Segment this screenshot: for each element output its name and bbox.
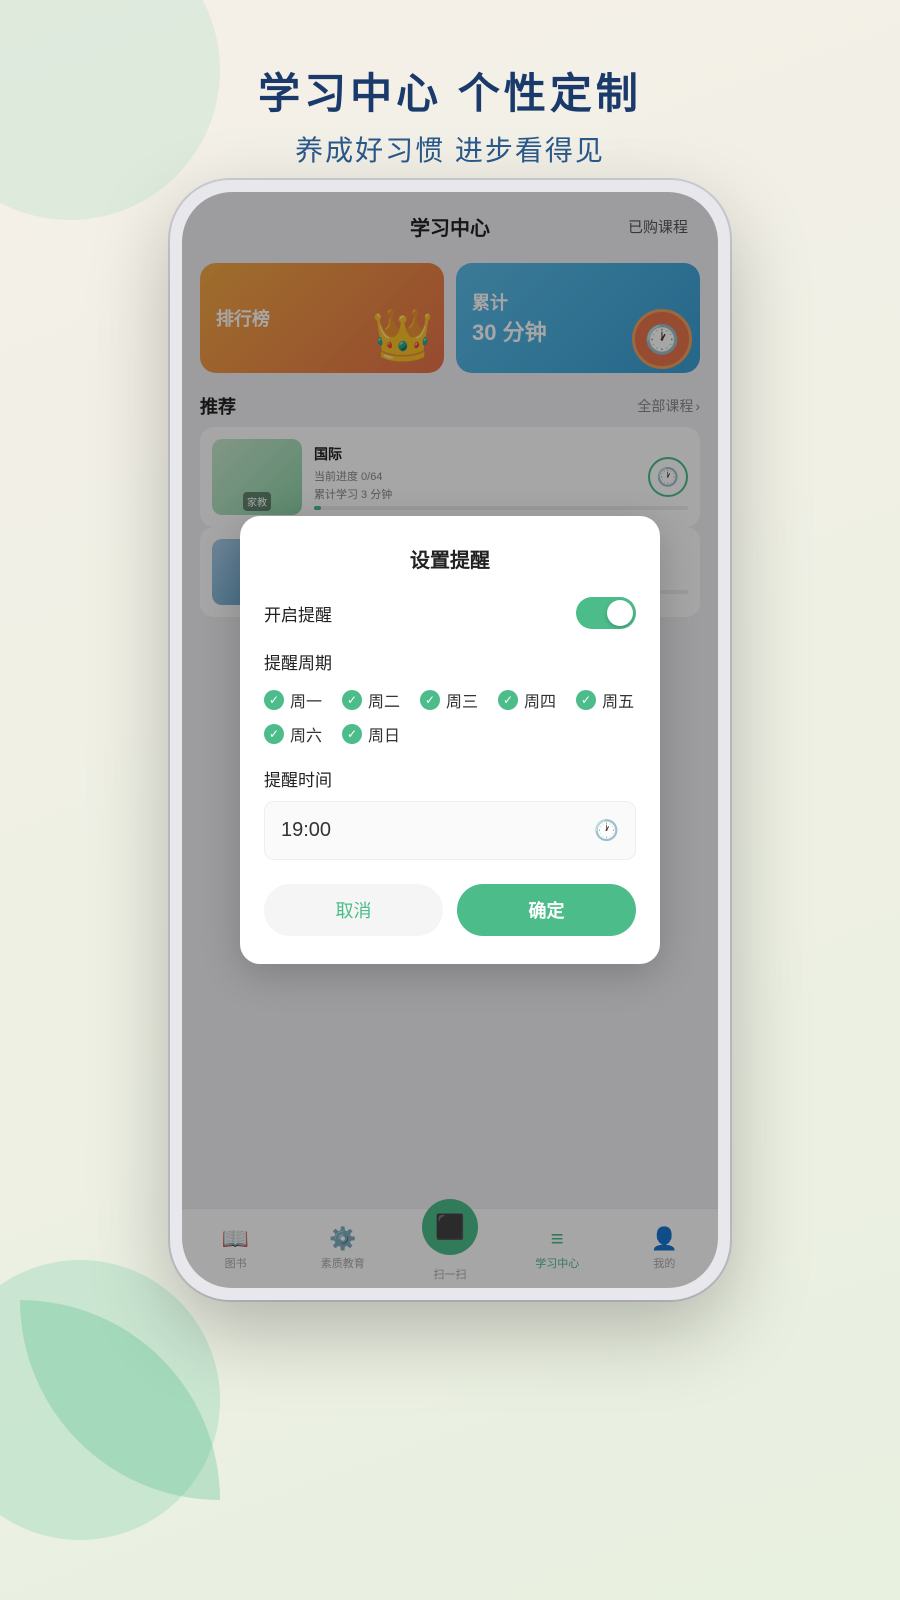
modal-title: 设置提醒 — [264, 544, 636, 573]
toggle-label: 开启提醒 — [264, 601, 332, 626]
modal-dialog: 设置提醒 开启提醒 提醒周期 — [240, 516, 660, 964]
toggle-row: 开启提醒 — [264, 597, 636, 629]
toggle-knob — [607, 600, 633, 626]
weekday-monday[interactable]: ✓ 周一 — [264, 688, 322, 712]
time-value: 19:00 — [281, 819, 331, 842]
weekdays-section: 提醒周期 ✓ 周一 ✓ 周二 — [264, 649, 636, 746]
sunday-label: 周日 — [368, 722, 400, 746]
time-section-label: 提醒时间 — [264, 766, 636, 791]
cancel-button[interactable]: 取消 — [264, 884, 443, 936]
saturday-label: 周六 — [290, 722, 322, 746]
weekday-wednesday[interactable]: ✓ 周三 — [420, 688, 478, 712]
friday-check-icon: ✓ — [576, 690, 596, 710]
weekdays-grid: ✓ 周一 ✓ 周二 ✓ 周三 — [264, 688, 636, 746]
time-clock-icon: 🕐 — [594, 818, 619, 843]
thursday-label: 周四 — [524, 688, 556, 712]
weekday-thursday[interactable]: ✓ 周四 — [498, 688, 556, 712]
time-section: 提醒时间 19:00 🕐 — [264, 766, 636, 860]
modal-overlay: 设置提醒 开启提醒 提醒周期 — [182, 192, 718, 1288]
phone-wrapper: 学习中心 已购课程 排行榜 👑 累计 30 分钟 🕐 — [170, 180, 730, 1300]
thursday-check-icon: ✓ — [498, 690, 518, 710]
weekday-tuesday[interactable]: ✓ 周二 — [342, 688, 400, 712]
phone-screen: 学习中心 已购课程 排行榜 👑 累计 30 分钟 🕐 — [182, 192, 718, 1288]
app-content: 学习中心 已购课程 排行榜 👑 累计 30 分钟 🕐 — [182, 192, 718, 1288]
weekday-sunday[interactable]: ✓ 周日 — [342, 722, 400, 746]
phone-frame: 学习中心 已购课程 排行榜 👑 累计 30 分钟 🕐 — [170, 180, 730, 1300]
weekday-friday[interactable]: ✓ 周五 — [576, 688, 634, 712]
period-label: 提醒周期 — [264, 649, 636, 674]
reminder-toggle[interactable] — [576, 597, 636, 629]
monday-check-icon: ✓ — [264, 690, 284, 710]
wednesday-label: 周三 — [446, 688, 478, 712]
friday-label: 周五 — [602, 688, 634, 712]
weekday-saturday[interactable]: ✓ 周六 — [264, 722, 322, 746]
tuesday-label: 周二 — [368, 688, 400, 712]
time-input-field[interactable]: 19:00 🕐 — [264, 801, 636, 860]
confirm-button[interactable]: 确定 — [457, 884, 636, 936]
sunday-check-icon: ✓ — [342, 724, 362, 744]
wednesday-check-icon: ✓ — [420, 690, 440, 710]
monday-label: 周一 — [290, 688, 322, 712]
modal-buttons: 取消 确定 — [264, 884, 636, 936]
saturday-check-icon: ✓ — [264, 724, 284, 744]
tuesday-check-icon: ✓ — [342, 690, 362, 710]
